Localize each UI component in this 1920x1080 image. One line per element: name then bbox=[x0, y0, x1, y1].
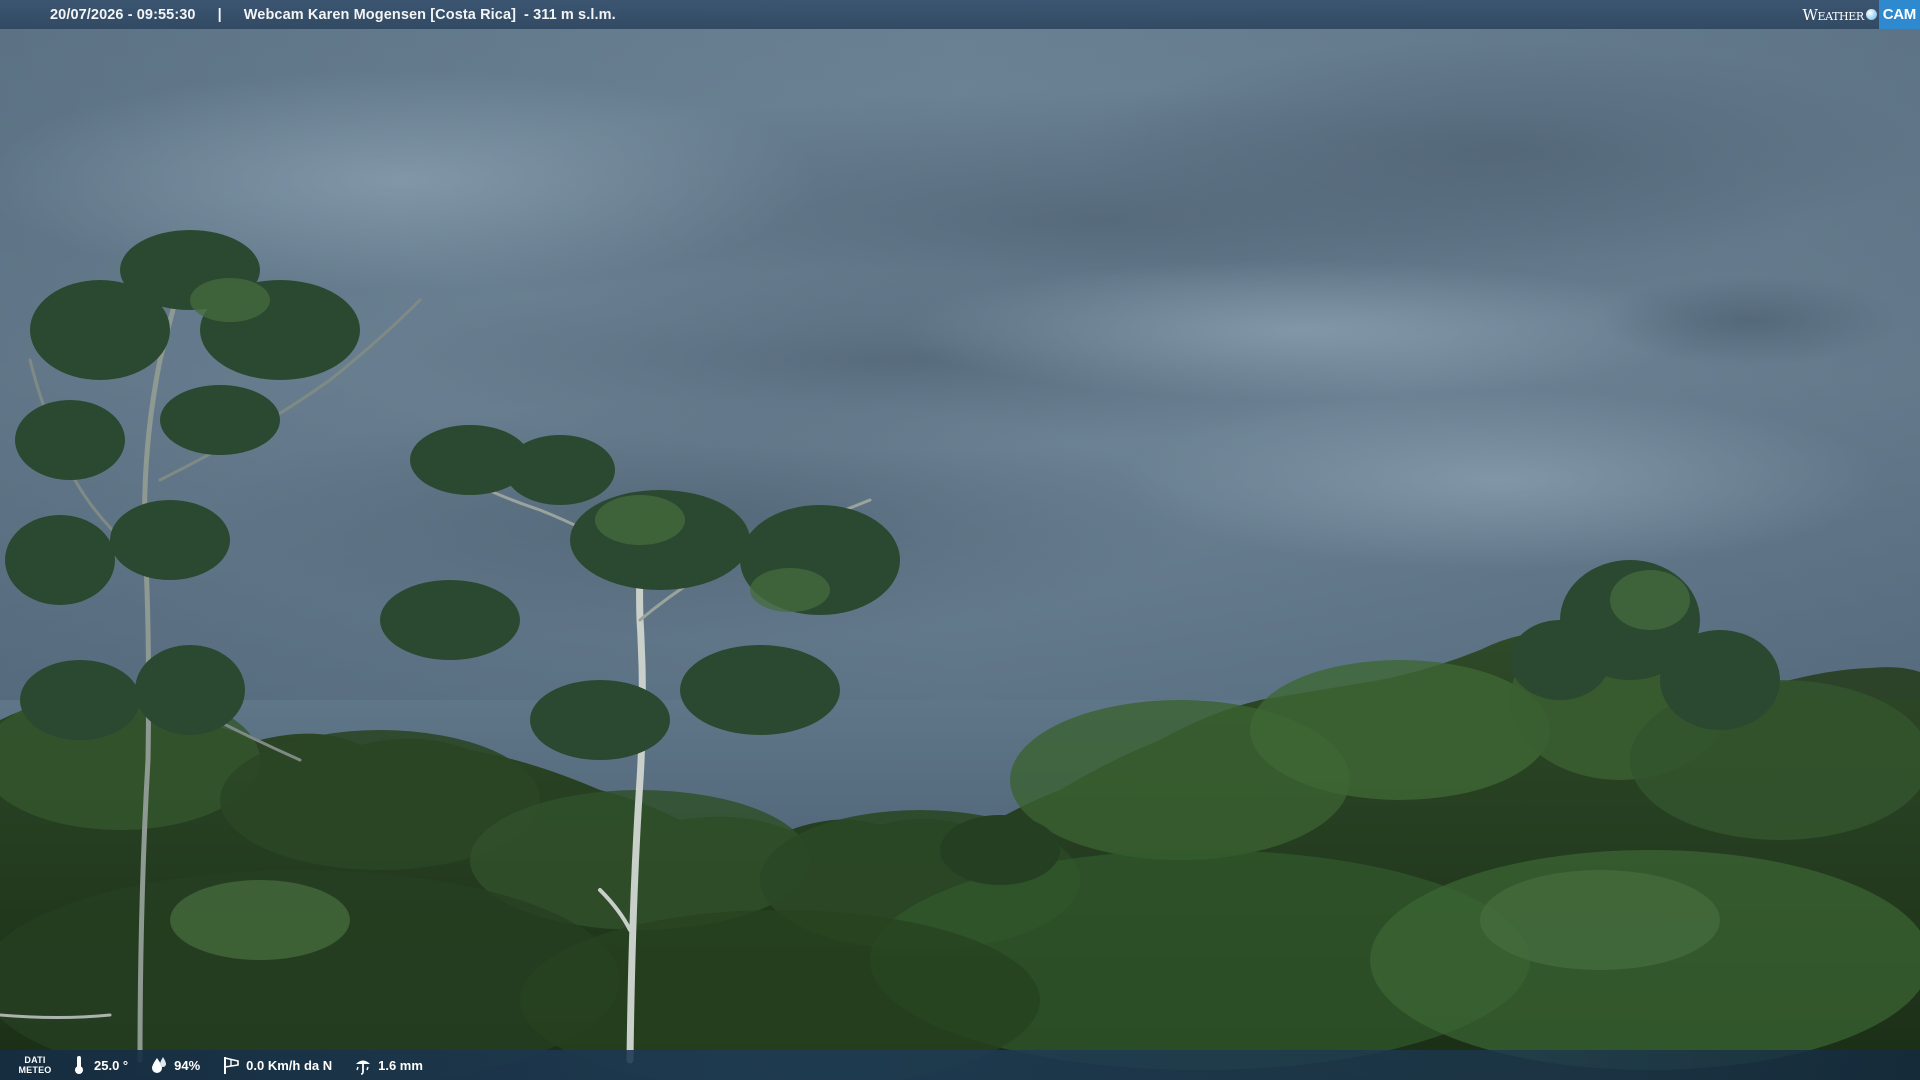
weather-data-bar: DATI METEO 25.0 ° 94% 0.0 Km/h da N 1.6 … bbox=[0, 1050, 1920, 1080]
logo-cam-text: CAM bbox=[1878, 0, 1920, 29]
rain-metric: 1.6 mm bbox=[354, 1055, 423, 1075]
logo-weather-text: Weather bbox=[1802, 5, 1865, 24]
wind-value: 0.0 Km/h da N bbox=[246, 1057, 333, 1073]
thermometer-icon bbox=[75, 1056, 83, 1074]
wind-sock-icon bbox=[224, 1056, 239, 1074]
temperature-value: 25.0 ° bbox=[94, 1057, 129, 1073]
drops-icon bbox=[152, 1057, 167, 1073]
weathercam-logo: Weather CAM bbox=[1803, 0, 1920, 29]
datetime-label: 20/07/2026 - 09:55:30 bbox=[50, 6, 196, 23]
altitude-label: - 311 m s.l.m. bbox=[524, 6, 616, 23]
rain-gauge-icon bbox=[356, 1060, 371, 1075]
wind-metric: 0.0 Km/h da N bbox=[222, 1055, 332, 1075]
temperature-metric: 25.0 ° bbox=[70, 1055, 128, 1075]
humidity-value: 94% bbox=[174, 1057, 201, 1073]
webcam-title: Webcam Karen Mogensen [Costa Rica] bbox=[243, 6, 517, 23]
header-bar: 20/07/2026 - 09:55:30 | Webcam Karen Mog… bbox=[0, 0, 1920, 29]
rain-value: 1.6 mm bbox=[378, 1057, 423, 1073]
webcam-image bbox=[0, 0, 1920, 1080]
weather-data-label: DATI METEO bbox=[18, 1055, 52, 1075]
header-separator: | bbox=[217, 6, 222, 23]
logo-globe-icon bbox=[1865, 9, 1877, 20]
humidity-metric: 94% bbox=[150, 1055, 200, 1075]
